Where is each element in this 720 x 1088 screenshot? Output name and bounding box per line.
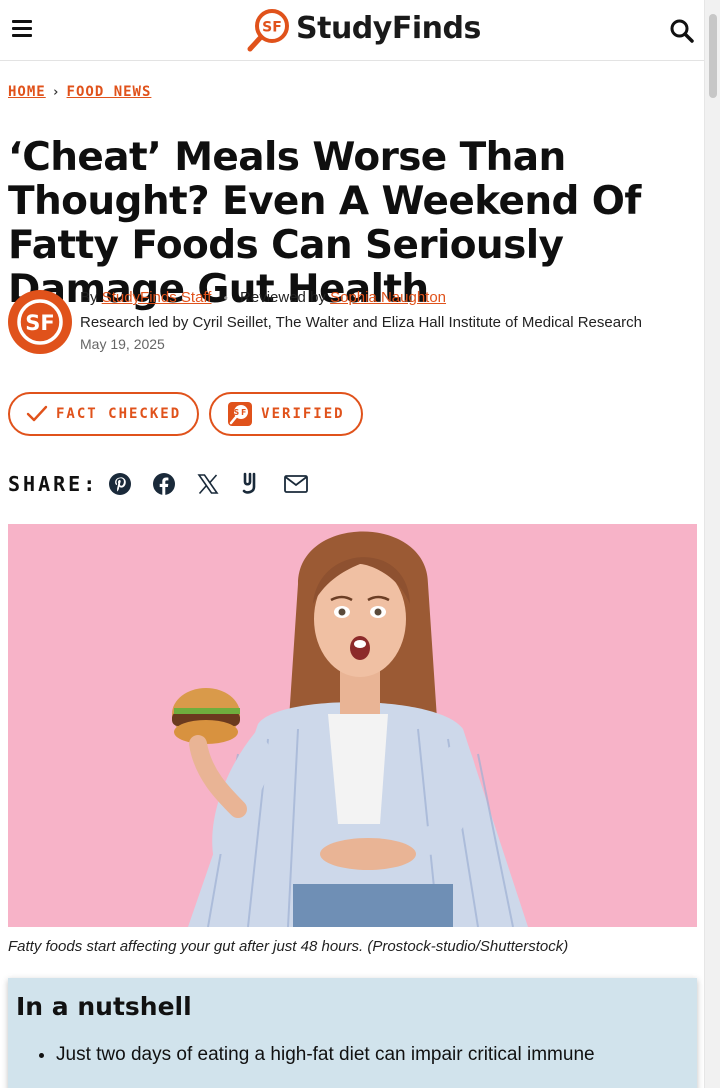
verified-label: VERIFIED: [261, 406, 345, 422]
research-credit: Research led by Cyril Seillet, The Walte…: [80, 314, 642, 331]
svg-text:SF: SF: [262, 20, 282, 36]
email-icon[interactable]: [284, 472, 309, 496]
hamburger-menu-icon[interactable]: [12, 20, 32, 40]
publish-date: May 19, 2025: [80, 336, 165, 352]
logo-magnifier-icon: SF: [247, 9, 289, 52]
logo-text: StudyFinds: [296, 10, 481, 46]
search-icon[interactable]: [669, 18, 695, 44]
reviewer-link[interactable]: Sophia Naughton: [330, 289, 446, 306]
author-link[interactable]: StudyFinds Staff: [102, 289, 212, 306]
nutshell-box: In a nutshell Just two days of eating a …: [8, 978, 697, 1088]
byline-dot: •: [223, 291, 228, 305]
pinterest-icon[interactable]: [108, 472, 132, 496]
by-prefix: By: [80, 289, 98, 306]
nutshell-list: Just two days of eating a high-fat diet …: [16, 1042, 696, 1068]
site-logo[interactable]: SF StudyFinds: [246, 8, 481, 52]
nutshell-bullet: Just two days of eating a high-fat diet …: [56, 1042, 696, 1068]
nutshell-heading: In a nutshell: [16, 992, 192, 1021]
reviewed-prefix: Reviewed by: [240, 289, 326, 306]
facebook-icon[interactable]: [152, 472, 176, 496]
x-icon[interactable]: [196, 472, 220, 496]
byline: By StudyFinds Staff • Reviewed by Sophia…: [80, 288, 680, 352]
share-bar: SHARE:: [8, 472, 328, 496]
site-header: SF StudyFinds: [0, 0, 705, 61]
breadcrumb-separator: ›: [51, 84, 61, 100]
breadcrumb-home-link[interactable]: HOME: [8, 84, 46, 100]
badges: FACT CHECKED SF VERIFIED: [8, 392, 373, 436]
yummly-icon[interactable]: [240, 472, 264, 496]
vertical-scrollbar[interactable]: [704, 0, 720, 1088]
breadcrumb: HOME › FOOD NEWS: [8, 84, 151, 100]
checkmark-icon: [26, 405, 48, 422]
svg-text:SF: SF: [234, 408, 249, 417]
image-caption: Fatty foods start affecting your gut aft…: [8, 938, 569, 955]
author-avatar[interactable]: SF: [8, 290, 72, 354]
scrollbar-thumb[interactable]: [709, 14, 717, 98]
page: SF StudyFinds HOME › FOOD NEWS ‘Cheat’ M…: [0, 0, 705, 1088]
woman-with-burger-illustration: [8, 524, 697, 927]
breadcrumb-food-news-link[interactable]: FOOD NEWS: [67, 84, 152, 100]
fact-checked-label: FACT CHECKED: [56, 406, 182, 422]
svg-text:SF: SF: [25, 311, 54, 335]
sf-verified-icon: SF: [228, 402, 253, 426]
verified-badge[interactable]: SF VERIFIED: [209, 392, 363, 436]
share-label: SHARE:: [8, 472, 99, 496]
hero-image: [8, 524, 697, 927]
fact-checked-badge[interactable]: FACT CHECKED: [8, 392, 200, 436]
byline-authors: By StudyFinds Staff • Reviewed by Sophia…: [80, 288, 680, 308]
article-title: ‘Cheat’ Meals Worse Than Thought? Even A…: [8, 135, 641, 312]
